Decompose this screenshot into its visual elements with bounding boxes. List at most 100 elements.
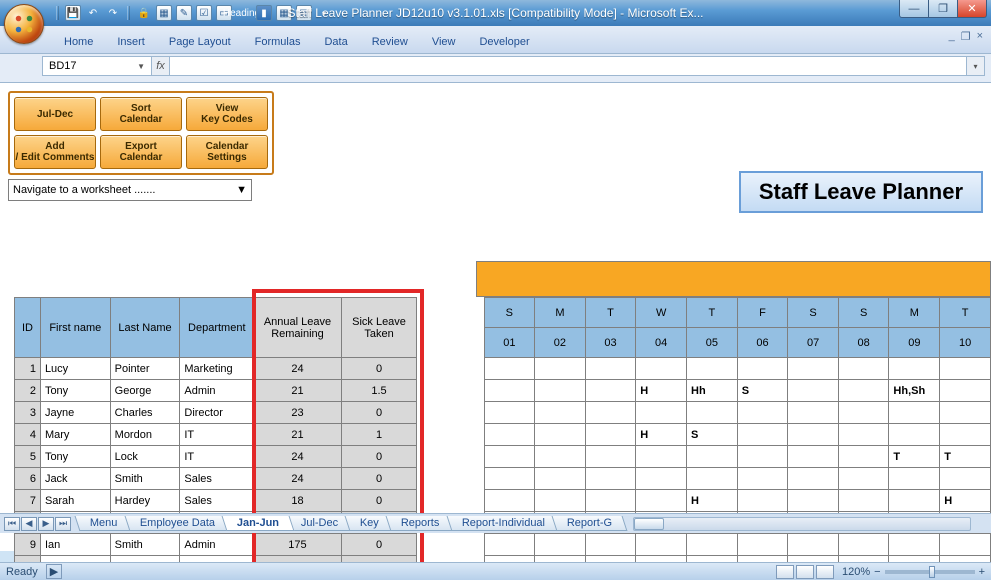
headings-toggle[interactable]: Headings	[236, 5, 252, 21]
cell[interactable]: 6	[15, 468, 41, 490]
cell[interactable]: 0	[341, 468, 416, 490]
sheet-tab-menu[interactable]: Menu	[75, 516, 133, 531]
page-break-view-button[interactable]	[816, 565, 834, 579]
toolbar-jul-dec[interactable]: Jul-Dec	[14, 97, 96, 131]
cell[interactable]: 24	[254, 468, 342, 490]
sheet-tab-report-individual[interactable]: Report-Individual	[446, 516, 560, 531]
zoom-in-button[interactable]: +	[979, 566, 985, 578]
day-cell[interactable]	[940, 468, 991, 490]
day-cell[interactable]	[535, 358, 586, 380]
toolbar-sort-calendar[interactable]: SortCalendar	[100, 97, 182, 131]
day-cell[interactable]	[535, 424, 586, 446]
day-cell[interactable]	[585, 490, 636, 512]
day-cell[interactable]	[535, 402, 586, 424]
day-cell[interactable]	[737, 424, 788, 446]
fx-button[interactable]: fx	[152, 56, 170, 76]
undo-icon[interactable]: ↶	[85, 5, 101, 21]
cell[interactable]: George	[110, 380, 180, 402]
cell[interactable]: Jayne	[40, 402, 110, 424]
day-cell[interactable]	[788, 490, 839, 512]
cell[interactable]: Jack	[40, 468, 110, 490]
day-cell[interactable]	[535, 468, 586, 490]
day-cell[interactable]	[636, 468, 687, 490]
cell[interactable]: Charles	[110, 402, 180, 424]
zoom-out-button[interactable]: −	[874, 566, 880, 578]
day-cell[interactable]: H	[940, 490, 991, 512]
day-cell[interactable]	[838, 446, 889, 468]
day-cell[interactable]	[788, 534, 839, 556]
day-cell[interactable]	[535, 380, 586, 402]
cell[interactable]: 3	[15, 402, 41, 424]
day-cell[interactable]	[838, 380, 889, 402]
tab-last-icon[interactable]: ⏭	[55, 517, 71, 531]
cell[interactable]: IT	[180, 446, 254, 468]
office-button[interactable]	[4, 4, 44, 44]
day-cell[interactable]	[484, 468, 535, 490]
cell[interactable]: 1	[15, 358, 41, 380]
day-cell[interactable]: H	[636, 424, 687, 446]
day-cell[interactable]	[636, 446, 687, 468]
cell[interactable]: Tony	[40, 380, 110, 402]
cell[interactable]: 2	[15, 380, 41, 402]
day-cell[interactable]	[535, 534, 586, 556]
qat-icon3[interactable]: ☑	[196, 5, 212, 21]
cell[interactable]: Sales	[180, 490, 254, 512]
day-cell[interactable]	[687, 402, 738, 424]
day-cell[interactable]	[838, 358, 889, 380]
day-cell[interactable]	[889, 490, 940, 512]
day-cell[interactable]	[940, 424, 991, 446]
cell[interactable]: 21	[254, 424, 342, 446]
cell[interactable]: 9	[15, 534, 41, 556]
ribbon-tab-view[interactable]: View	[420, 31, 468, 53]
qat-icon1[interactable]: ▦	[156, 5, 172, 21]
formula-expand-icon[interactable]: ▾	[967, 56, 985, 76]
view-icon1[interactable]: ▮	[256, 5, 272, 21]
cell[interactable]: Sales	[180, 468, 254, 490]
cell[interactable]: 5	[15, 446, 41, 468]
cell[interactable]: Pointer	[110, 358, 180, 380]
day-cell[interactable]	[940, 380, 991, 402]
cell[interactable]: Ian	[40, 534, 110, 556]
sheet-tab-employee-data[interactable]: Employee Data	[124, 516, 230, 531]
day-cell[interactable]	[889, 468, 940, 490]
day-cell[interactable]	[737, 468, 788, 490]
day-cell[interactable]	[585, 424, 636, 446]
cell[interactable]: 24	[254, 358, 342, 380]
day-cell[interactable]	[940, 402, 991, 424]
maximize-button[interactable]: ❐	[928, 0, 958, 18]
day-cell[interactable]	[585, 446, 636, 468]
day-cell[interactable]	[788, 468, 839, 490]
tab-first-icon[interactable]: ⏮	[4, 517, 20, 531]
minimize-button[interactable]: —	[899, 0, 929, 18]
navigate-dropdown-icon[interactable]: ▼	[236, 184, 247, 196]
cell[interactable]: 0	[341, 402, 416, 424]
day-cell[interactable]	[585, 534, 636, 556]
cell[interactable]: Marketing	[180, 358, 254, 380]
cell[interactable]: 24	[254, 446, 342, 468]
toolbar-calendar-settings[interactable]: CalendarSettings	[186, 135, 268, 169]
namebox-dropdown-icon[interactable]: ▼	[137, 62, 145, 71]
sheet-tab-reports[interactable]: Reports	[386, 516, 455, 531]
ribbon-tab-developer[interactable]: Developer	[467, 31, 541, 53]
cell[interactable]: Smith	[110, 534, 180, 556]
cell[interactable]: 4	[15, 424, 41, 446]
ribbon-tab-formulas[interactable]: Formulas	[243, 31, 313, 53]
day-cell[interactable]: S	[737, 380, 788, 402]
page-layout-view-button[interactable]	[796, 565, 814, 579]
day-cell[interactable]	[636, 534, 687, 556]
day-cell[interactable]	[838, 534, 889, 556]
sheet-tab-report-g[interactable]: Report-G	[551, 516, 627, 531]
day-cell[interactable]: H	[636, 380, 687, 402]
cell[interactable]: 18	[254, 490, 342, 512]
cell[interactable]: Director	[180, 402, 254, 424]
day-cell[interactable]	[484, 490, 535, 512]
day-cell[interactable]	[940, 358, 991, 380]
ribbon-tab-data[interactable]: Data	[312, 31, 359, 53]
toolbar-add-edit-comments[interactable]: Add/ Edit Comments	[14, 135, 96, 169]
save-icon[interactable]: 💾	[65, 5, 81, 21]
ribbon-close-icon[interactable]: ×	[977, 30, 983, 43]
day-cell[interactable]	[687, 468, 738, 490]
day-cell[interactable]	[484, 402, 535, 424]
cell[interactable]: 175	[254, 534, 342, 556]
day-cell[interactable]	[585, 358, 636, 380]
